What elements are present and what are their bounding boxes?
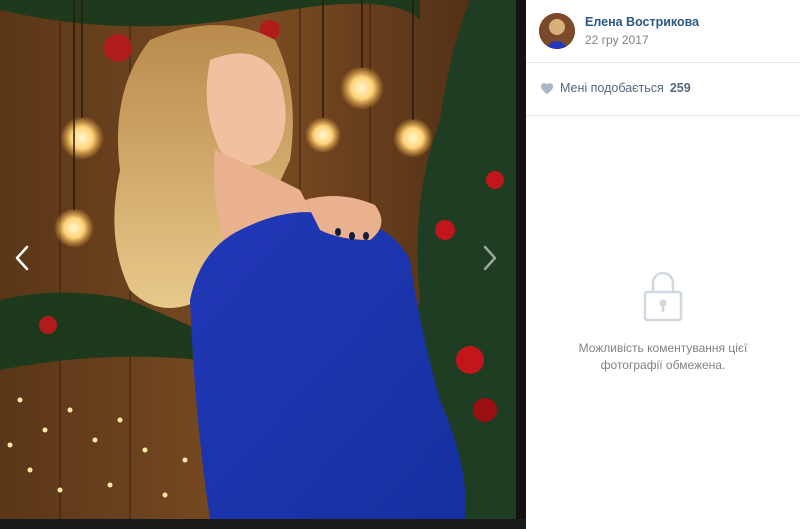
photo-sidebar: Елена Вострикова 22 гру 2017 Мені подоба…: [526, 0, 800, 529]
like-count: 259: [669, 81, 691, 95]
comments-closed-text: Можливість коментування цієї фотографії …: [578, 341, 748, 372]
viewer-bottom-bar: [0, 519, 526, 529]
photo[interactable]: [0, 0, 516, 519]
like-label: Мені подобається: [560, 81, 664, 95]
lock-icon: [643, 271, 683, 322]
chevron-left-icon: [15, 245, 29, 271]
heart-icon: [540, 82, 554, 94]
avatar-image: [539, 13, 575, 49]
photo-image: [0, 0, 516, 519]
previous-photo-button[interactable]: [2, 228, 42, 288]
like-button[interactable]: Мені подобається 259: [540, 78, 691, 98]
comments-closed-notice: Можливість коментування цієї фотографії …: [526, 270, 800, 374]
next-photo-button[interactable]: [470, 228, 510, 288]
author-header: Елена Вострикова 22 гру 2017: [526, 0, 800, 63]
post-date[interactable]: 22 гру 2017: [585, 33, 649, 47]
avatar[interactable]: [539, 13, 575, 49]
photo-viewer: [0, 0, 526, 529]
author-name-link[interactable]: Елена Вострикова: [585, 15, 699, 29]
chevron-right-icon: [483, 245, 497, 271]
like-bar: Мені подобається 259: [526, 63, 800, 116]
